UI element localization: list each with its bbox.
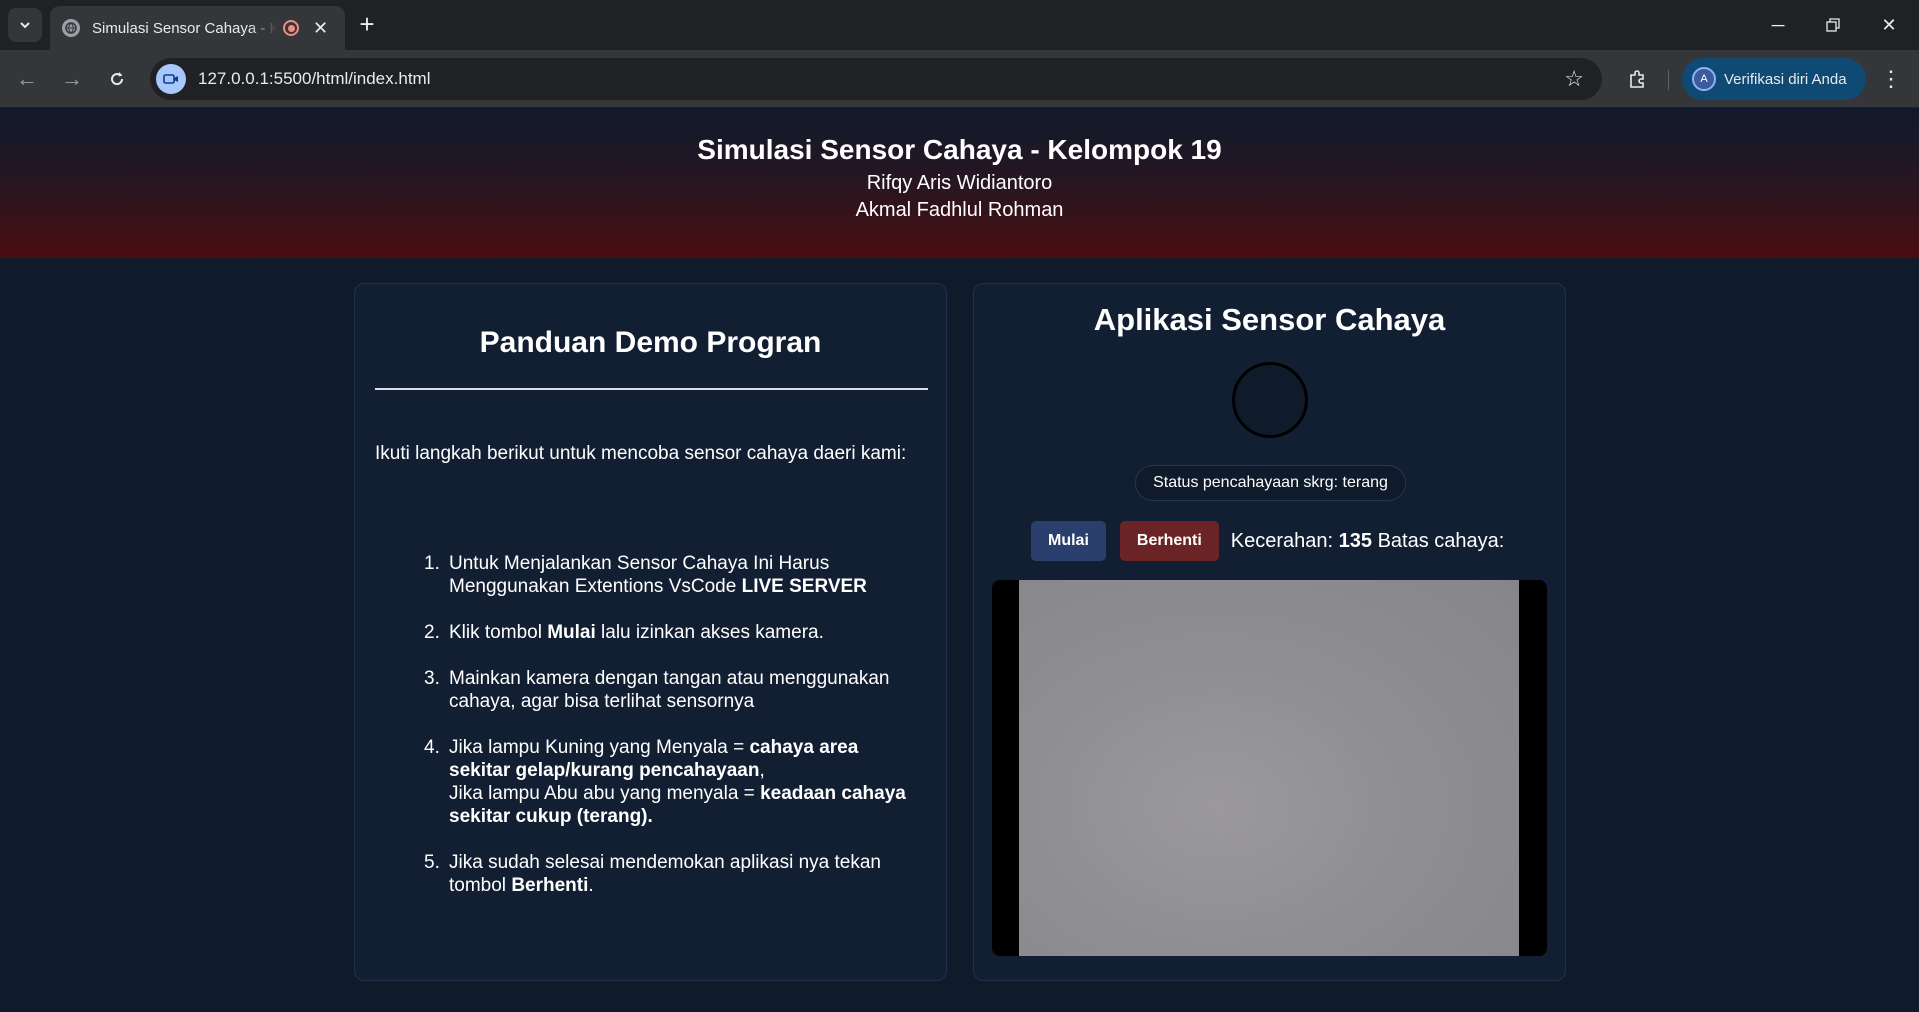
page-title: Simulasi Sensor Cahaya - Kelompok 19	[697, 134, 1222, 165]
list-item: 5. Jika sudah selesai mendemokan aplikas…	[424, 852, 881, 896]
profile-label: Verifikasi diri Anda	[1724, 70, 1847, 88]
minimize-icon[interactable]: ─	[1755, 8, 1801, 42]
page-header: Simulasi Sensor Cahaya - Kelompok 19 Rif…	[0, 108, 1919, 258]
restore-icon[interactable]	[1810, 8, 1856, 42]
controls-row: Mulai Berhenti Kecerahan: 135 Batas caha…	[1031, 520, 1504, 562]
brightness-readout: Kecerahan: 135 Batas cahaya:	[1230, 529, 1505, 552]
author-name: Akmal Fadhlul Rohman	[855, 199, 1064, 221]
globe-icon	[62, 19, 80, 37]
address-bar[interactable]: 127.0.0.1:5500/html/index.html ☆	[150, 58, 1602, 100]
close-window-icon[interactable]: ✕	[1866, 8, 1912, 42]
star-icon[interactable]: ☆	[1564, 66, 1584, 92]
guide-title: Panduan Demo Progran	[479, 326, 822, 359]
browser-tab-active[interactable]: Simulasi Sensor Cahaya - Kelompok 19 ✕	[50, 6, 345, 50]
list-item: 3. Mainkan kamera dengan tangan atau men…	[424, 668, 890, 712]
forward-icon[interactable]: →	[55, 62, 89, 96]
author-name: Rifqy Aris Widiantoro	[866, 172, 1053, 194]
recording-icon	[283, 20, 299, 36]
puzzle-icon[interactable]	[1620, 62, 1654, 96]
chevron-down-icon	[20, 22, 30, 29]
status-badge: Status pencahayaan skrg: terang	[1135, 465, 1406, 501]
brightness-value: 135	[1338, 529, 1373, 552]
browser-toolbar: ← → 127.0.0.1:5500/html/index.html ☆ A V…	[0, 50, 1919, 108]
camera-feed	[1019, 580, 1519, 956]
close-icon[interactable]: ✕	[313, 18, 328, 39]
avatar: A	[1692, 67, 1716, 91]
tab-title: Simulasi Sensor Cahaya - Kelompok 19	[92, 19, 277, 37]
url-text: 127.0.0.1:5500/html/index.html	[198, 69, 431, 88]
stop-button[interactable]: Berhenti	[1119, 521, 1219, 561]
tab-search-button[interactable]	[8, 8, 42, 42]
start-button[interactable]: Mulai	[1031, 521, 1106, 561]
list-item: 2. Klik tombol Mulai lalu izinkan akses …	[424, 622, 824, 643]
lamp-indicator	[1232, 362, 1308, 438]
toolbar-divider	[1668, 70, 1669, 90]
profile-button[interactable]: A Verifikasi diri Anda	[1682, 58, 1866, 100]
list-item: 1. Untuk Menjalankan Sensor Cahaya Ini H…	[424, 553, 867, 597]
guide-steps: 1. Untuk Menjalankan Sensor Cahaya Ini H…	[424, 552, 919, 920]
camera-icon[interactable]	[156, 64, 186, 94]
app-title: Aplikasi Sensor Cahaya	[1093, 302, 1446, 337]
reload-icon[interactable]	[100, 62, 134, 96]
app-card: Aplikasi Sensor Cahaya Status pencahayaa…	[973, 283, 1566, 981]
browser-tabstrip: Simulasi Sensor Cahaya - Kelompok 19 ✕ +…	[0, 0, 1919, 50]
camera-preview	[992, 580, 1547, 956]
list-item: 4. Jika lampu Kuning yang Menyala = caha…	[424, 737, 906, 827]
back-icon[interactable]: ←	[10, 62, 44, 96]
plus-icon[interactable]: +	[352, 10, 382, 40]
threshold-label: Batas cahaya:	[1377, 529, 1505, 552]
more-icon[interactable]: ⋮	[1876, 62, 1906, 96]
divider	[375, 388, 928, 390]
guide-intro: Ikuti langkah berikut untuk mencoba sens…	[375, 443, 907, 464]
guide-card: Panduan Demo Progran Ikuti langkah berik…	[354, 283, 947, 981]
